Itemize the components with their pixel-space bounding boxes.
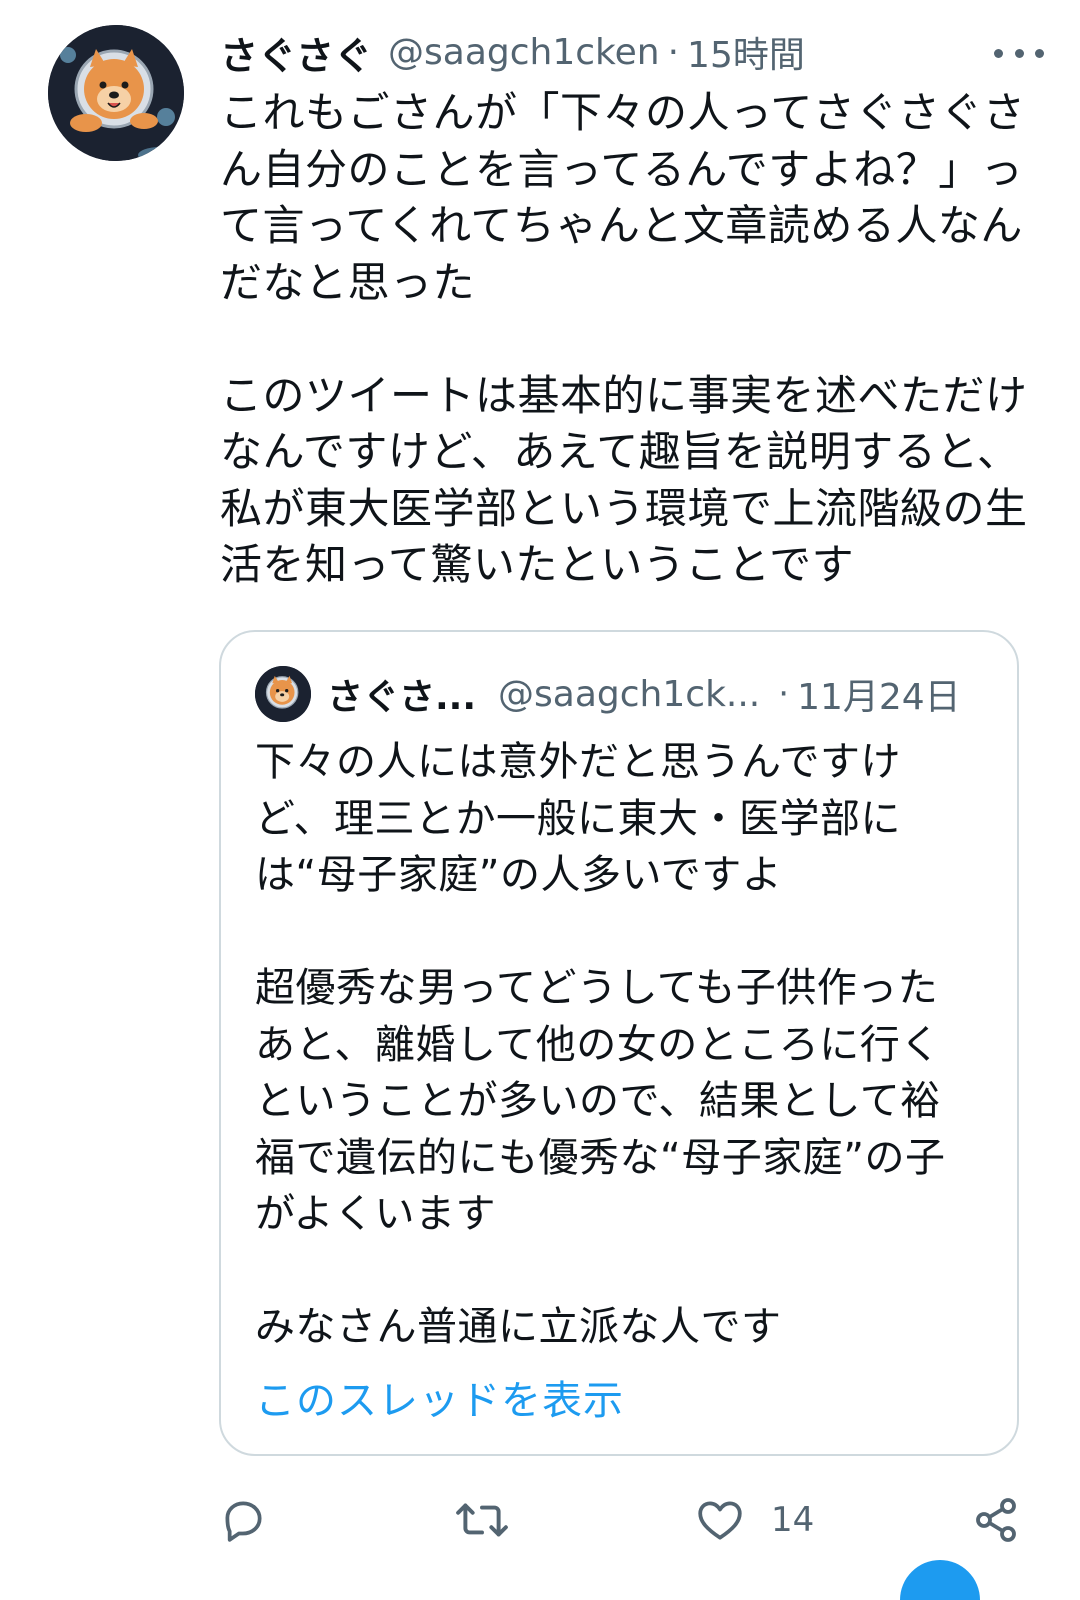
- like-button[interactable]: 14: [695, 1480, 814, 1560]
- compose-button-edge[interactable]: [900, 1560, 980, 1600]
- author-handle[interactable]: @saagch1cken: [388, 32, 660, 73]
- quoted-tweet[interactable]: さぐさ... @saagch1ck... · 11月24日 下々の人には意外だと…: [219, 630, 1019, 1456]
- header-separator: ·: [667, 31, 680, 73]
- quoted-tweet-header: さぐさ... @saagch1ck... · 11月24日: [255, 664, 997, 724]
- author-name[interactable]: さぐさぐ: [220, 25, 372, 80]
- reply-icon: [225, 1501, 262, 1542]
- action-bar: 14: [0, 1480, 1080, 1560]
- like-count: 14: [771, 1500, 815, 1540]
- share-button[interactable]: [972, 1480, 1020, 1560]
- reply-button[interactable]: [218, 1480, 268, 1560]
- quoted-tweet-time: 11月24日: [797, 677, 961, 718]
- quoted-tweet-text: 下々の人には意外だと思うんですけど、理三とか一般に東大・医学部には“母子家庭”の…: [255, 739, 946, 1350]
- avatar[interactable]: [48, 25, 184, 161]
- heart-icon: [698, 1501, 742, 1540]
- quoted-avatar: [255, 666, 311, 722]
- share-icon: [976, 1498, 1016, 1542]
- tweet[interactable]: さぐさぐ @saagch1cken · 15時間 これもごさんが「下々の人ってさ…: [0, 0, 1080, 1600]
- retweet-icon: [456, 1503, 508, 1537]
- tweet-time[interactable]: 15時間: [687, 26, 805, 78]
- more-icon[interactable]: [994, 38, 1044, 68]
- dog-avatar-icon: [48, 25, 184, 161]
- quoted-author-name: さぐさ...: [327, 677, 477, 718]
- dog-avatar-icon: [255, 666, 311, 722]
- show-thread-link[interactable]: このスレッドを表示: [255, 1368, 624, 1426]
- quoted-header-separator: ·: [778, 674, 790, 714]
- tweet-text: これもごさんが「下々の人ってさぐさぐさん自分のことを言ってるんですよね？」って言…: [220, 88, 1028, 589]
- retweet-button[interactable]: [455, 1480, 509, 1560]
- tweet-header: さぐさぐ @saagch1cken · 15時間: [220, 22, 1050, 82]
- quoted-author-handle: @saagch1ck...: [498, 673, 761, 715]
